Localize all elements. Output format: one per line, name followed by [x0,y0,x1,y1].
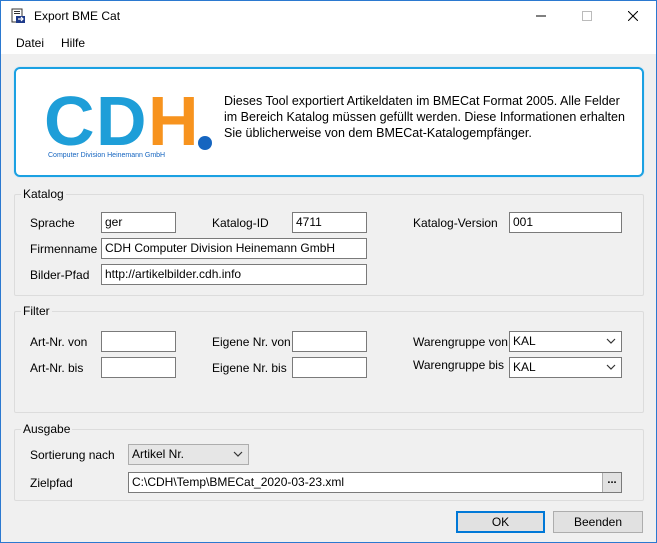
katalog-version-label: Katalog-Version [413,216,498,230]
art-nr-bis-input[interactable] [101,357,176,378]
title-bar[interactable]: Export BME Cat [1,1,656,31]
art-nr-bis-label: Art-Nr. bis [30,361,84,375]
warengruppe-von-value: KAL [513,334,536,348]
cdh-logo: C D H Computer Division Heinemann GmbH [44,87,212,159]
banner-description: Dieses Tool exportiert Artikeldaten im B… [224,94,625,140]
warengruppe-von-label: Warengruppe von [413,335,508,349]
eigene-nr-bis-input[interactable] [292,357,367,378]
chevron-down-icon [606,364,616,370]
close-window-button[interactable] [610,1,656,31]
sprache-input[interactable]: ger [101,212,176,233]
katalog-group-title: Katalog [21,187,66,201]
art-nr-von-label: Art-Nr. von [30,335,88,349]
app-icon [11,8,25,23]
maximize-icon [582,11,592,21]
sortierung-value: Artikel Nr. [132,447,185,461]
menu-hilfe[interactable]: Hilfe [61,36,85,50]
menu-datei[interactable]: Datei [16,36,44,50]
chevron-down-icon [233,451,243,457]
eigene-nr-bis-label: Eigene Nr. bis [212,361,287,375]
maximize-button[interactable] [564,1,610,31]
chevron-down-icon [606,338,616,344]
browse-button[interactable]: ... [602,473,621,492]
firmenname-input[interactable]: CDH Computer Division Heinemann GmbH [101,238,367,259]
close-icon [628,11,638,21]
zielpfad-label: Zielpfad [30,476,73,490]
ausgabe-group-title: Ausgabe [21,422,73,436]
svg-text:C: C [44,87,93,159]
bilder-pfad-label: Bilder-Pfad [30,268,90,282]
export-bme-cat-window: Export BME Cat Datei Hilfe C D H Compute… [0,0,657,543]
filter-group-title: Filter [21,304,52,318]
minimize-button[interactable] [518,1,564,31]
minimize-icon [536,15,546,17]
eigene-nr-von-input[interactable] [292,331,367,352]
warengruppe-bis-value: KAL [513,360,536,374]
katalog-version-input[interactable]: 001 [509,212,622,233]
info-banner: C D H Computer Division Heinemann GmbH D… [14,67,644,177]
svg-text:Computer Division Heinemann Gm: Computer Division Heinemann GmbH [48,152,165,159]
warengruppe-von-select[interactable]: KAL [509,331,622,352]
zielpfad-input[interactable]: C:\CDH\Temp\BMECat_2020-03-23.xml ... [128,472,622,493]
eigene-nr-von-label: Eigene Nr. von [212,335,291,349]
firmenname-label: Firmenname [30,242,98,256]
svg-text:D: D [96,87,147,159]
warengruppe-bis-select[interactable]: KAL [509,357,622,378]
ok-button[interactable]: OK [456,511,545,533]
sprache-label: Sprache [30,216,75,230]
warengruppe-bis-label: Warengruppe bis [413,358,504,372]
katalog-id-input[interactable]: 4711 [292,212,367,233]
window-title: Export BME Cat [34,9,121,23]
menu-bar: Datei Hilfe [1,31,656,55]
art-nr-von-input[interactable] [101,331,176,352]
beenden-button[interactable]: Beenden [553,511,643,533]
sortierung-select[interactable]: Artikel Nr. [128,444,249,465]
sortierung-label: Sortierung nach [30,448,115,462]
svg-text:H: H [148,87,199,159]
zielpfad-value: C:\CDH\Temp\BMECat_2020-03-23.xml [132,475,345,489]
bilder-pfad-input[interactable]: http://artikelbilder.cdh.info [101,264,367,285]
katalog-id-label: Katalog-ID [212,216,269,230]
